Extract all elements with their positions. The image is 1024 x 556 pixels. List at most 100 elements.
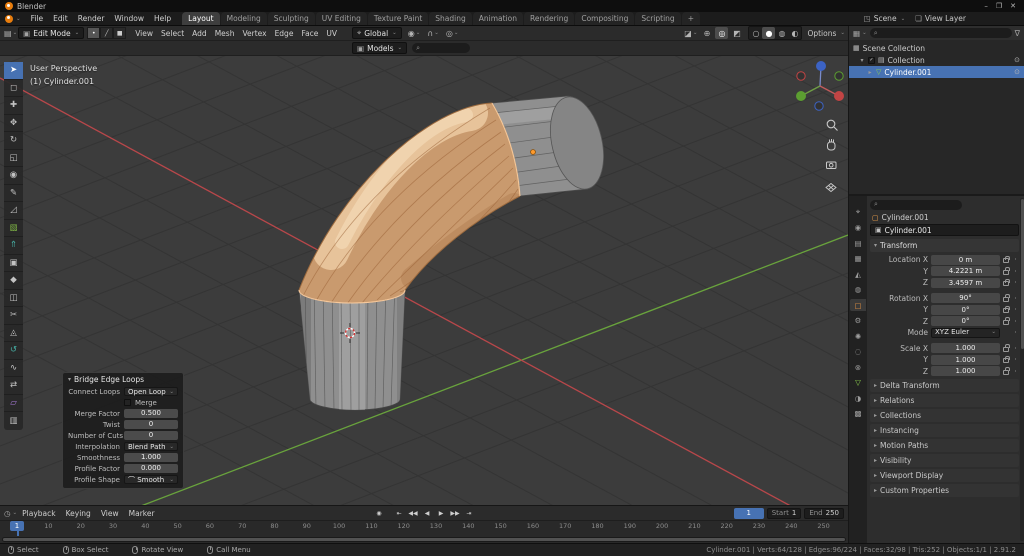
animate-dot[interactable]: · [1012,355,1019,364]
scale-x-field[interactable]: 1.000 [931,343,1000,354]
shading-material-button[interactable]: ◍ [775,27,788,39]
shading-wireframe-button[interactable]: ○ [749,27,762,39]
ws-sculpting[interactable]: Sculpting [267,12,315,25]
animate-dot[interactable]: · [1012,255,1019,264]
vp-menu-view[interactable]: View [131,29,157,38]
tab-object[interactable]: ▢ [850,299,866,311]
tab-scene[interactable]: ◭ [850,268,866,280]
editor-type-selector[interactable]: ▤ ⌄ [3,27,18,39]
vp-menu-mesh[interactable]: Mesh [211,29,239,38]
object-visibility-dropdown[interactable]: ◪ ⌄ [683,27,698,39]
navigation-gizmo[interactable] [796,61,844,111]
view-layer-selector[interactable]: ❏ View Layer [915,14,966,23]
add-workspace-button[interactable]: + [681,12,700,25]
rotation-z-field[interactable]: 0° [931,316,1000,327]
timeline-scrollbar[interactable] [2,537,846,542]
properties-search-input[interactable]: ⌕ [870,199,962,210]
animate-dot[interactable]: · [1012,294,1019,303]
tool-scale[interactable]: ◱ [4,149,23,167]
menu-render[interactable]: Render [73,14,110,23]
ws-animation[interactable]: Animation [472,12,524,25]
outliner-editor-selector[interactable]: ▦ ⌄ [853,29,867,38]
timeline-editor-selector[interactable]: ◷ ⌄ [4,509,17,518]
tool-tweak[interactable]: ➤ [4,62,23,80]
tool-knife[interactable]: ✂ [4,307,23,325]
lock-icon[interactable] [1003,255,1010,264]
outliner-search-input[interactable]: ⌕ [869,28,1012,38]
animate-dot[interactable]: · [1012,267,1019,276]
lock-icon[interactable] [1003,267,1010,275]
tab-object-data[interactable]: ▽ [850,377,866,389]
face-select-button[interactable]: ■ [113,27,127,39]
tab-material[interactable]: ◑ [850,392,866,404]
menu-window[interactable]: Window [109,14,149,23]
show-overlays-toggle[interactable]: ◎ [715,27,729,39]
lock-icon[interactable] [1003,278,1010,287]
tool-add-cube[interactable]: ▧ [4,219,23,237]
properties-section[interactable]: ▸ Delta Transform [870,379,1019,392]
timeline-ruler[interactable]: 0102030405060708090100110120130140150160… [0,521,848,543]
show-gizmos-toggle[interactable]: ⊕ [700,27,713,39]
minimize-button[interactable]: – [984,2,988,10]
animate-dot[interactable]: · [1012,328,1019,337]
twist-field[interactable]: 0 [124,420,178,429]
tab-render[interactable]: ◉ [850,222,866,234]
ws-uv-editing[interactable]: UV Editing [315,12,367,25]
properties-scrollbar[interactable] [1020,198,1024,541]
eye-icon[interactable]: ⊙ [1014,68,1020,76]
tab-tool[interactable]: ⌖ [850,206,866,218]
tool-extrude-region[interactable]: ⇑ [4,237,23,255]
scale-z-field[interactable]: 1.000 [931,366,1000,377]
lock-icon[interactable] [1003,317,1010,325]
vp-menu-face[interactable]: Face [297,29,322,38]
eye-icon[interactable]: ⊙ [1014,56,1020,64]
frame-end-field[interactable]: End 250 [804,507,844,519]
interpolation-dropdown[interactable]: Blend Path ⌄ [124,442,178,451]
play-reverse-button[interactable]: ◀ [421,507,433,519]
vp-menu-edge[interactable]: Edge [271,29,298,38]
tool-poly-build[interactable]: ◬ [4,324,23,342]
tool-move[interactable]: ✥ [4,114,23,132]
edge-select-button[interactable]: ╱ [100,27,114,39]
shading-rendered-button[interactable]: ◐ [788,27,801,39]
menu-file[interactable]: File [26,14,49,23]
mode-dropdown[interactable]: ▣ Edit Mode ⌄ [18,27,85,39]
merge-factor-field[interactable]: 0.500 [124,409,178,418]
play-button[interactable]: ▶ [435,507,447,519]
lock-icon[interactable] [1003,305,1010,314]
tool-spin[interactable]: ↺ [4,342,23,360]
tab-texture[interactable]: ▩ [850,408,866,420]
tool-bevel[interactable]: ◆ [4,272,23,290]
merge-checkbox[interactable] [124,399,131,406]
animate-dot[interactable]: · [1012,278,1019,287]
tool-inset-faces[interactable]: ▣ [4,254,23,272]
connect-loops-dropdown[interactable]: Open Loop ⌄ [124,387,178,396]
vp-menu-vertex[interactable]: Vertex [238,29,270,38]
tool-measure[interactable]: ◿ [4,202,23,220]
proportional-edit-toggle[interactable]: ◎ ⌄ [445,27,460,39]
maximize-button[interactable]: ❐ [996,2,1002,10]
asset-search-input[interactable]: ⌕ [412,43,471,53]
tab-view-layer[interactable]: ▦ [850,253,866,265]
asset-category-dropdown[interactable]: ▣ Models ⌄ [352,42,408,54]
options-dropdown[interactable]: Options ⌄ [807,29,845,38]
tab-particles[interactable]: ✺ [850,330,866,342]
location-x-field[interactable]: 0 m [931,254,1000,265]
scene-selector[interactable]: ◳ Scene ⌄ [864,14,906,23]
pan-view-button[interactable] [827,139,836,151]
vp-menu-select[interactable]: Select [157,29,188,38]
tab-physics[interactable]: ◌ [850,346,866,358]
rotation-y-field[interactable]: 0° [931,304,1000,315]
vp-menu-add[interactable]: Add [188,29,211,38]
tool-rip-region[interactable]: ▥ [4,412,23,430]
titlebar[interactable]: Blender – ❐ ✕ [0,0,1024,12]
ws-layout[interactable]: Layout [182,12,220,25]
ws-modeling[interactable]: Modeling [220,12,267,25]
close-button[interactable]: ✕ [1010,2,1016,10]
jump-to-end-button[interactable]: ⇥ [463,507,475,519]
properties-section[interactable]: ▸ Relations [870,394,1019,407]
tab-constraints[interactable]: ⊗ [850,361,866,373]
object-name-field[interactable]: ▣ Cylinder.001 [870,224,1019,236]
tab-world[interactable]: ◍ [850,284,866,296]
number-of-cuts-field[interactable]: 0 [124,431,178,440]
